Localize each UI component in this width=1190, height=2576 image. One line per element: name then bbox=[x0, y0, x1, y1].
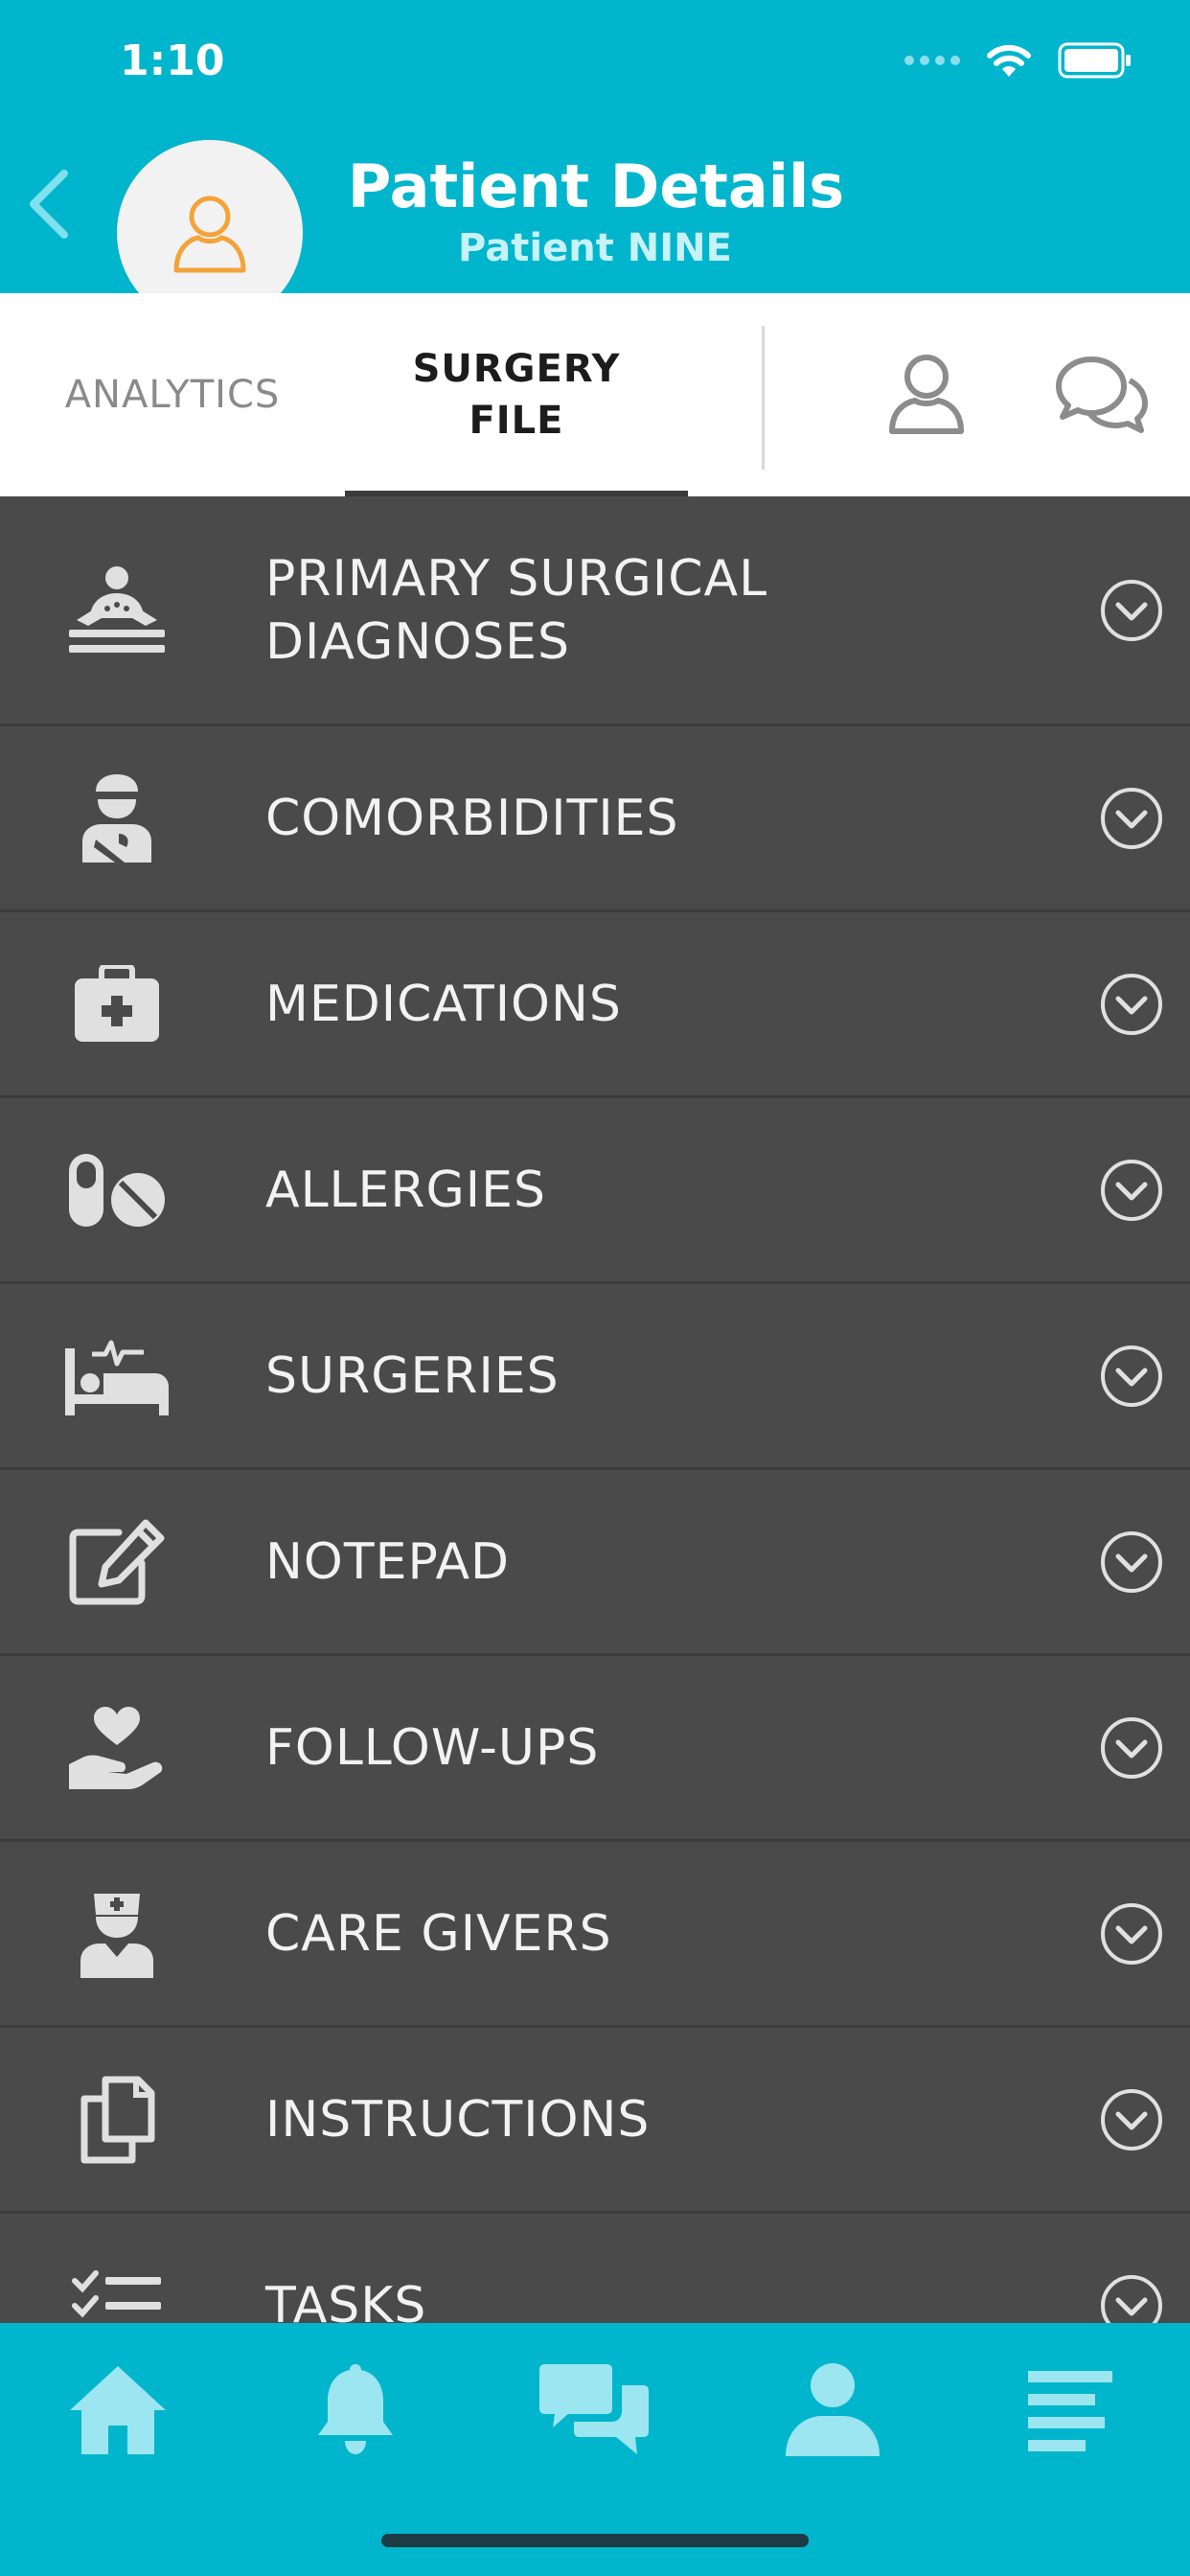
section-label: MEDICATIONS bbox=[265, 975, 622, 1033]
home-indicator bbox=[381, 2534, 809, 2547]
chevron-down-circle-icon[interactable] bbox=[1100, 1902, 1163, 1966]
nurse-icon bbox=[59, 1876, 174, 1991]
section-instructions[interactable]: INSTRUCTIONS bbox=[0, 2028, 1190, 2214]
section-label: NOTEPAD bbox=[265, 1532, 511, 1591]
chat-icon bbox=[539, 2364, 649, 2454]
profile-tab-button[interactable] bbox=[874, 341, 979, 447]
section-follow-ups[interactable]: FOLLOW-UPS bbox=[0, 1656, 1190, 1842]
chat-bubbles-icon bbox=[1056, 356, 1148, 433]
tab-analytics-label: ANALYTICS bbox=[64, 373, 281, 417]
app-header: 1:10 Patient Details Patient NINE bbox=[0, 0, 1190, 326]
user-icon bbox=[786, 2363, 880, 2456]
tab-surgery-label-line1: SURGERY bbox=[412, 347, 621, 391]
section-label: PRIMARY SURGICAL DIAGNOSES bbox=[265, 549, 768, 671]
bell-icon bbox=[318, 2364, 393, 2454]
status-icons bbox=[904, 42, 1133, 79]
chevron-down-circle-icon[interactable] bbox=[1100, 973, 1163, 1036]
wifi-icon bbox=[987, 45, 1031, 77]
section-comorbidities[interactable]: COMORBIDITIES bbox=[0, 726, 1190, 912]
hand-heart-icon bbox=[59, 1690, 174, 1806]
section-medications[interactable]: MEDICATIONS bbox=[0, 912, 1190, 1098]
nav-menu[interactable] bbox=[1008, 2348, 1133, 2472]
hospital-bed-icon bbox=[59, 1319, 174, 1434]
section-care-givers[interactable]: CARE GIVERS bbox=[0, 1842, 1190, 2028]
signal-icon bbox=[904, 56, 960, 65]
tab-bar: ANALYTICS SURGERY FILE bbox=[0, 293, 1190, 496]
tab-divider bbox=[762, 326, 765, 470]
chevron-down-circle-icon[interactable] bbox=[1100, 1345, 1163, 1408]
tab-surgery-label-line2: FILE bbox=[469, 399, 564, 443]
patient-name: Patient NINE bbox=[458, 226, 732, 270]
section-label: FOLLOW-UPS bbox=[265, 1718, 600, 1777]
section-allergies[interactable]: ALLERGIES bbox=[0, 1098, 1190, 1284]
chevron-down-circle-icon[interactable] bbox=[1100, 579, 1163, 642]
chevron-down-circle-icon[interactable] bbox=[1100, 1716, 1163, 1780]
nav-messages[interactable] bbox=[533, 2348, 657, 2472]
chevron-down-circle-icon[interactable] bbox=[1100, 787, 1163, 850]
tab-analytics[interactable]: ANALYTICS bbox=[19, 293, 326, 496]
user-outline-icon bbox=[889, 355, 964, 434]
section-label: COMORBIDITIES bbox=[265, 789, 679, 847]
chevron-down-circle-icon[interactable] bbox=[1100, 1159, 1163, 1222]
patient-bed-icon bbox=[59, 553, 174, 668]
menu-icon bbox=[1028, 2371, 1112, 2451]
page-title: Patient Details bbox=[347, 151, 845, 221]
section-label: CARE GIVERS bbox=[265, 1904, 612, 1963]
surgery-file-sections: PRIMARY SURGICAL DIAGNOSES COMORBIDITIES bbox=[0, 496, 1190, 2400]
status-time: 1:10 bbox=[120, 36, 225, 85]
section-notepad[interactable]: NOTEPAD bbox=[0, 1470, 1190, 1656]
section-label: SURGERIES bbox=[265, 1346, 560, 1405]
section-primary-surgical-diagnoses[interactable]: PRIMARY SURGICAL DIAGNOSES bbox=[0, 496, 1190, 726]
nav-notifications[interactable] bbox=[293, 2348, 418, 2472]
home-icon bbox=[70, 2366, 166, 2454]
nav-home[interactable] bbox=[56, 2348, 180, 2472]
medical-kit-icon bbox=[59, 947, 174, 1062]
pills-icon bbox=[59, 1133, 174, 1248]
edit-icon bbox=[59, 1505, 174, 1620]
copy-icon bbox=[59, 2062, 174, 2177]
battery-icon bbox=[1058, 42, 1131, 79]
chevron-down-circle-icon[interactable] bbox=[1100, 2088, 1163, 2151]
chat-tab-button[interactable] bbox=[1048, 341, 1154, 447]
section-label: INSTRUCTIONS bbox=[265, 2090, 651, 2149]
nav-profile[interactable] bbox=[770, 2348, 895, 2472]
section-surgeries[interactable]: SURGERIES bbox=[0, 1284, 1190, 1470]
injured-person-icon bbox=[59, 761, 174, 876]
chevron-down-circle-icon[interactable] bbox=[1100, 1530, 1163, 1594]
section-label: ALLERGIES bbox=[265, 1161, 546, 1219]
tab-surgery-file[interactable]: SURGERY FILE bbox=[345, 293, 688, 496]
